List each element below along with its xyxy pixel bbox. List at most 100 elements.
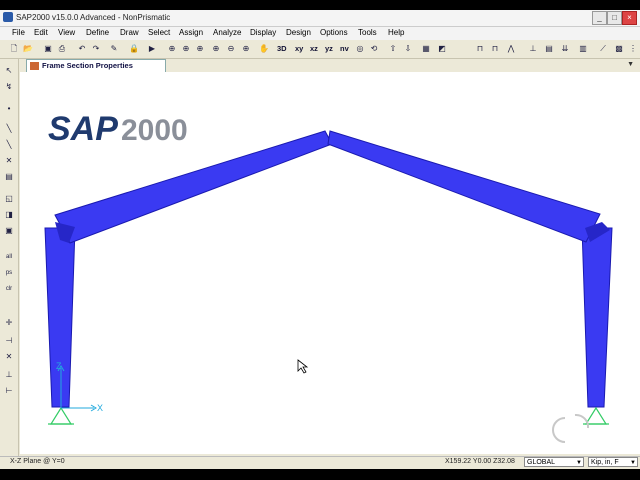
- model-view-svg: SAP 2000 Z X: [44, 110, 613, 443]
- refresh-icon[interactable]: ✎: [108, 43, 120, 55]
- x-axis-label: X: [97, 403, 103, 413]
- draw-frame-icon[interactable]: ⊓: [474, 43, 486, 55]
- snap-intersections-icon[interactable]: ✕: [3, 351, 15, 363]
- menu-assign[interactable]: Assign: [179, 28, 203, 37]
- menu-display[interactable]: Display: [250, 28, 276, 37]
- tab-label: Frame Section Properties: [42, 61, 133, 70]
- draw-truss-icon[interactable]: ⋀: [505, 43, 517, 55]
- move-up-icon[interactable]: ⇧: [387, 43, 399, 55]
- get-previous-icon[interactable]: ps: [3, 267, 15, 279]
- hand-icon[interactable]: ✋: [258, 43, 270, 55]
- snap-points-icon[interactable]: ✛: [3, 317, 15, 329]
- pointer-icon[interactable]: ↖: [3, 65, 15, 77]
- zoom-in-icon[interactable]: ⊕: [210, 43, 222, 55]
- sap2000-window: SAP2000 v15.0.0 Advanced - NonPrismatic …: [0, 10, 640, 469]
- right-column[interactable]: [581, 227, 613, 408]
- show-axes-icon[interactable]: ◩: [436, 43, 448, 55]
- reshape-icon[interactable]: ↯: [3, 81, 15, 93]
- z-axis-label: Z: [56, 361, 62, 371]
- menu-view[interactable]: View: [58, 28, 75, 37]
- undo-icon[interactable]: ↶: [76, 43, 88, 55]
- zoom-restore-icon[interactable]: ⊕: [180, 43, 192, 55]
- perspective-icon[interactable]: ◎: [354, 43, 366, 55]
- view-xz-button[interactable]: xz: [310, 44, 318, 53]
- tab-dropdown-icon[interactable]: ▼: [627, 61, 634, 68]
- menu-tools[interactable]: Tools: [358, 28, 377, 37]
- tab-frame-section-properties[interactable]: Frame Section Properties: [26, 59, 166, 72]
- run-icon[interactable]: ▶: [146, 43, 158, 55]
- move-down-icon[interactable]: ⇩: [402, 43, 414, 55]
- draw-section-cut-icon[interactable]: ▤: [3, 171, 15, 183]
- left-toolbar: ↖ ↯ • ╲ ╲ ✕ ▤ ◱ ◨ ▣ all ps clr ✛ ⊣ ✕ ⊥ ⊢: [0, 59, 19, 456]
- main-toolbar: 🗋 📂 ▣ ⎙ ↶ ↷ ✎ 🔒 ▶ ⊕ ⊕ ⊕ ⊕ ⊖ ⊕ ✋ 3D xy xz…: [0, 41, 640, 59]
- select-all-icon[interactable]: ▩: [613, 43, 625, 55]
- quick-draw-frame-icon[interactable]: ╲: [3, 139, 15, 151]
- units-select[interactable]: Kip, in, F ▼: [588, 457, 638, 467]
- draw-line-icon[interactable]: ⟋: [597, 43, 609, 55]
- menu-options[interactable]: Options: [320, 28, 348, 37]
- menu-draw[interactable]: Draw: [120, 28, 139, 37]
- right-rafter[interactable]: [327, 130, 601, 243]
- menu-define[interactable]: Define: [86, 28, 109, 37]
- view-yz-button[interactable]: yz: [325, 44, 333, 53]
- left-column[interactable]: [44, 227, 76, 408]
- right-pin-support-icon: [584, 406, 608, 425]
- menu-design[interactable]: Design: [286, 28, 311, 37]
- assign-restraints-icon[interactable]: ⊥: [527, 43, 539, 55]
- maximize-button[interactable]: □: [607, 11, 622, 25]
- draw-poly-area-icon[interactable]: ◱: [3, 193, 15, 205]
- app-icon: [3, 12, 13, 22]
- chevron-down-icon: ▼: [630, 460, 636, 466]
- view-3d-button[interactable]: 3D: [277, 44, 287, 53]
- clear-selection-icon[interactable]: clr: [3, 283, 15, 295]
- zoom-out-icon[interactable]: ⊖: [225, 43, 237, 55]
- new-model-icon[interactable]: 🗋: [8, 43, 20, 55]
- sap-logo-number: 2000: [121, 114, 188, 147]
- status-bar: X-Z Plane @ Y=0 X159.22 Y0.00 Z32.08 GLO…: [0, 456, 640, 469]
- show-grid-icon[interactable]: ▦: [420, 43, 432, 55]
- menu-bar: File Edit View Define Draw Select Assign…: [0, 27, 640, 40]
- assign-section-icon[interactable]: ▤: [543, 43, 555, 55]
- pan-icon[interactable]: ⊕: [240, 43, 252, 55]
- select-all-icon-left[interactable]: all: [3, 251, 15, 263]
- menu-file[interactable]: File: [12, 28, 25, 37]
- open-icon[interactable]: 📂: [22, 43, 34, 55]
- view-xy-button[interactable]: xy: [295, 44, 303, 53]
- redo-icon[interactable]: ↷: [90, 43, 102, 55]
- zoom-window-icon[interactable]: ⊕: [166, 43, 178, 55]
- draw-frame-2-icon[interactable]: ⊓: [489, 43, 501, 55]
- title-bar: SAP2000 v15.0.0 Advanced - NonPrismatic …: [0, 10, 640, 27]
- snap-perpendicular-icon[interactable]: ⊥: [3, 369, 15, 381]
- draw-joint-icon[interactable]: •: [3, 103, 15, 115]
- watermark-arc-icon: [552, 417, 566, 443]
- draw-brace-icon[interactable]: ✕: [3, 155, 15, 167]
- sap-logo: SAP: [48, 110, 118, 148]
- design-icon[interactable]: ▥: [577, 43, 589, 55]
- minimize-button[interactable]: _: [592, 11, 607, 25]
- menu-help[interactable]: Help: [388, 28, 404, 37]
- tab-bar: Frame Section Properties ▼: [20, 59, 640, 72]
- assign-load-icon[interactable]: ⇊: [559, 43, 571, 55]
- save-icon[interactable]: ▣: [42, 43, 54, 55]
- menu-edit[interactable]: Edit: [34, 28, 48, 37]
- toolbar-more-icon[interactable]: ⋮: [627, 43, 639, 55]
- window-title: SAP2000 v15.0.0 Advanced - NonPrismatic: [16, 13, 171, 22]
- snap-ends-icon[interactable]: ⊣: [3, 335, 15, 347]
- coord-system-value: GLOBAL: [527, 459, 556, 466]
- print-icon[interactable]: ⎙: [56, 43, 68, 55]
- draw-rect-area-icon[interactable]: ◨: [3, 209, 15, 221]
- quick-draw-area-icon[interactable]: ▣: [3, 225, 15, 237]
- rotate-icon[interactable]: ⟲: [368, 43, 380, 55]
- snap-lines-icon[interactable]: ⊢: [3, 385, 15, 397]
- model-view-canvas[interactable]: SAP 2000 Z X: [20, 72, 640, 454]
- coord-system-select[interactable]: GLOBAL ▼: [524, 457, 584, 467]
- menu-analyze[interactable]: Analyze: [213, 28, 241, 37]
- draw-frame-line-icon[interactable]: ╲: [3, 123, 15, 135]
- close-button[interactable]: ×: [622, 11, 637, 25]
- view-nv-button[interactable]: nv: [340, 44, 349, 53]
- menu-select[interactable]: Select: [148, 28, 170, 37]
- units-value: Kip, in, F: [591, 459, 619, 466]
- status-coordinates: X159.22 Y0.00 Z32.08: [445, 458, 515, 465]
- lock-icon[interactable]: 🔒: [128, 43, 140, 55]
- zoom-full-icon[interactable]: ⊕: [194, 43, 206, 55]
